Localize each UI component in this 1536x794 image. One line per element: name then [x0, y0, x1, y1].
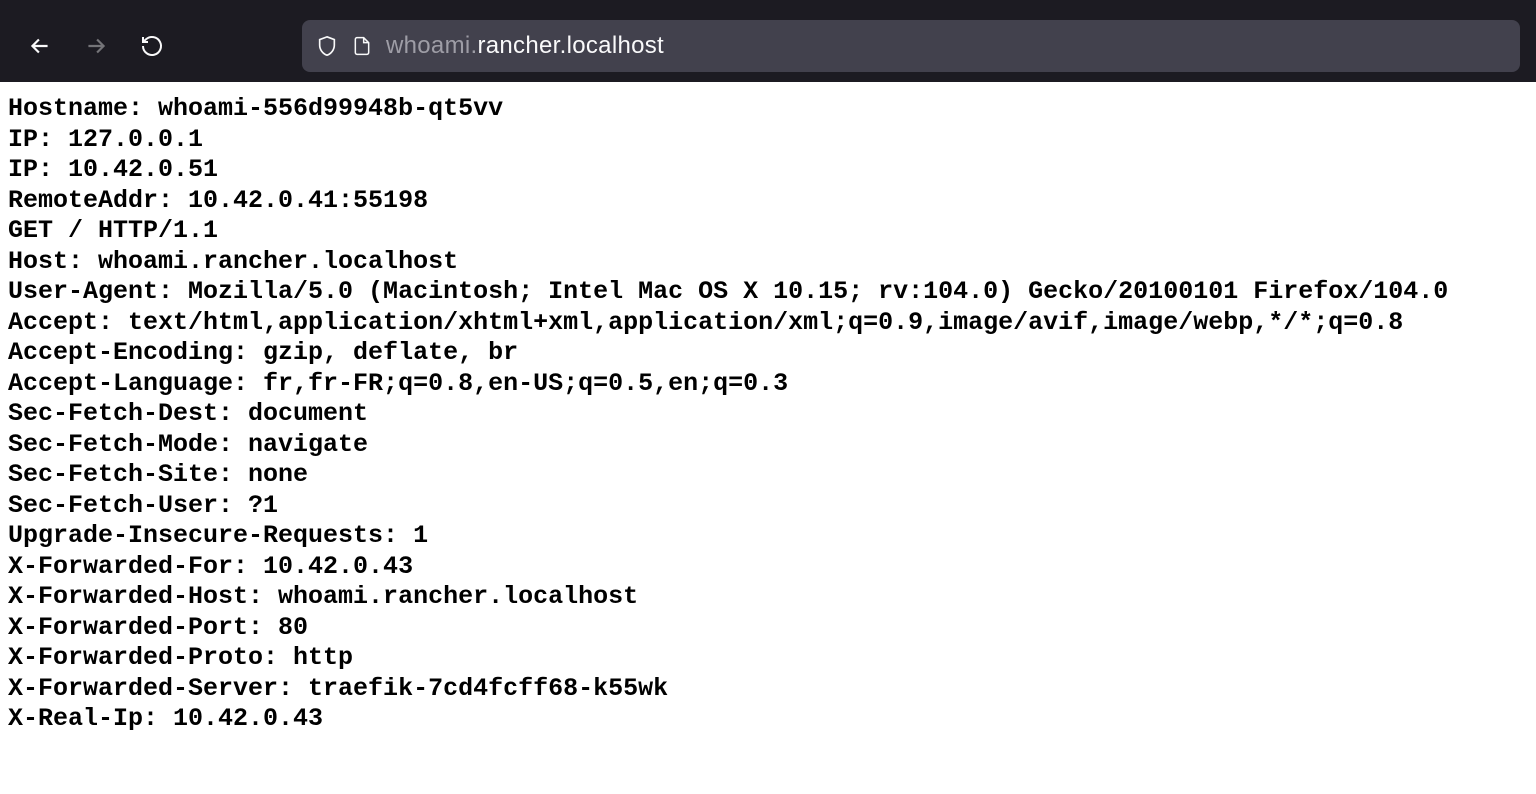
tab-strip	[0, 0, 1536, 10]
back-button[interactable]	[16, 22, 64, 70]
toolbar: whoami.rancher.localhost	[0, 10, 1536, 82]
url-display: whoami.rancher.localhost	[386, 32, 664, 60]
url-subdomain: whoami.	[386, 32, 477, 59]
browser-chrome: whoami.rancher.localhost	[0, 0, 1536, 82]
arrow-left-icon	[27, 33, 53, 59]
reload-button[interactable]	[128, 22, 176, 70]
forward-button[interactable]	[72, 22, 120, 70]
page-icon	[352, 34, 372, 58]
shield-icon	[316, 34, 338, 58]
address-bar[interactable]: whoami.rancher.localhost	[302, 20, 1520, 72]
page-content: Hostname: whoami-556d99948b-qt5vv IP: 12…	[0, 82, 1536, 747]
arrow-right-icon	[83, 33, 109, 59]
reload-icon	[140, 34, 164, 58]
url-domain: rancher.localhost	[477, 32, 664, 59]
